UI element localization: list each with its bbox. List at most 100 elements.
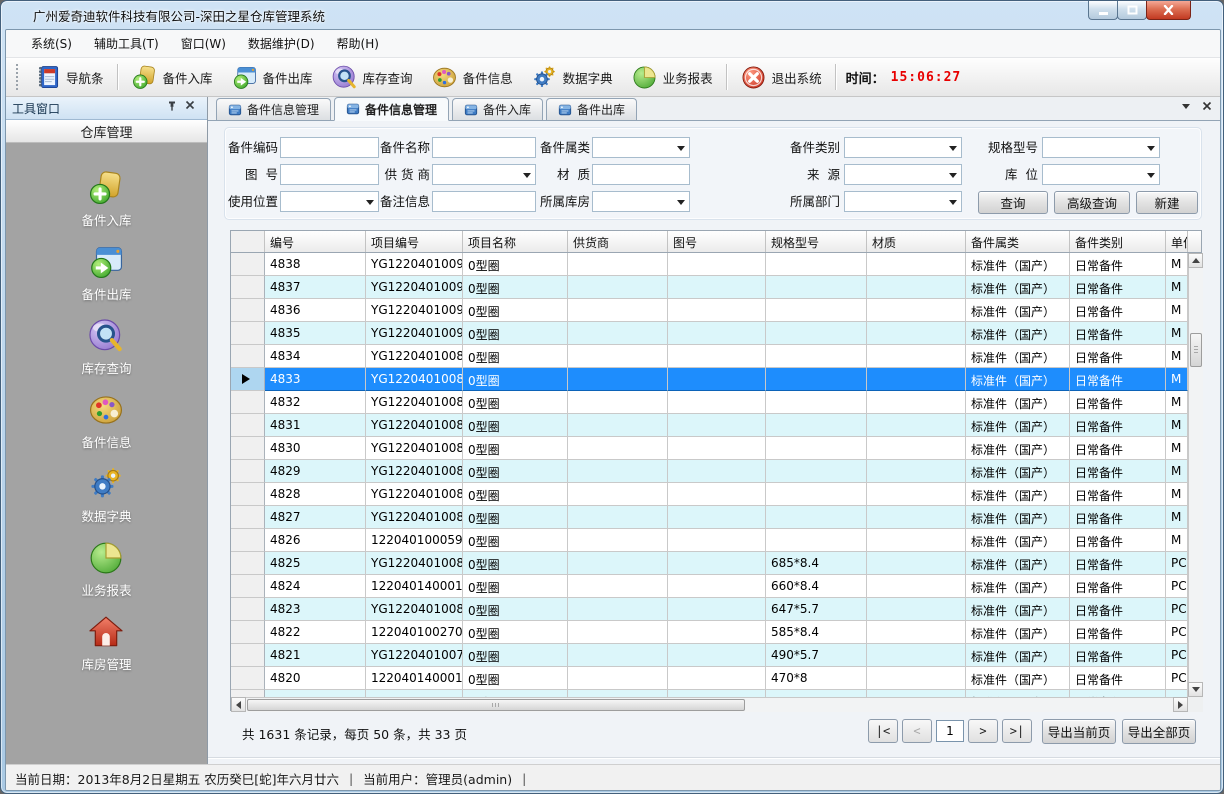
- table-row[interactable]: 482212204010027000型圈585*8.4标准件（国产）日常备件PC: [231, 621, 1188, 644]
- row-header-cell[interactable]: [231, 414, 265, 437]
- column-header-0[interactable]: 编号: [265, 231, 366, 252]
- row-header-cell[interactable]: [231, 575, 265, 598]
- table-row[interactable]: 482012204014000130型圈470*8标准件（国产）日常备件PC: [231, 667, 1188, 690]
- maximize-button[interactable]: [1117, 1, 1147, 20]
- close-button[interactable]: [1146, 1, 1191, 20]
- toolbar-button-parts-out[interactable]: 备件出库: [222, 61, 322, 94]
- row-header-cell[interactable]: [231, 506, 265, 529]
- table-row[interactable]: 482412204014000120型圈660*8.4标准件（国产）日常备件PC: [231, 575, 1188, 598]
- row-header-cell[interactable]: [231, 299, 265, 322]
- row-header-cell[interactable]: [231, 483, 265, 506]
- table-row[interactable]: 4821YG122040100790型圈490*5.7标准件（国产）日常备件PC: [231, 644, 1188, 667]
- table-row[interactable]: 4823YG122040100800型圈647*5.7标准件（国产）日常备件PC: [231, 598, 1188, 621]
- row-header-cell[interactable]: [231, 552, 265, 575]
- column-header-5[interactable]: 规格型号: [766, 231, 867, 252]
- toolbar-button-report[interactable]: 业务报表: [622, 61, 722, 94]
- table-row[interactable]: 0型圈标准件（国产）日常备件: [231, 690, 1188, 697]
- column-header-3[interactable]: 供货商: [568, 231, 668, 252]
- sidebar-item-parts-out[interactable]: 备件出库: [81, 243, 131, 303]
- table-row[interactable]: 4834YG122040100890型圈标准件（国产）日常备件M: [231, 345, 1188, 368]
- field-ly-dropdown[interactable]: [844, 164, 962, 185]
- row-header-cell[interactable]: [231, 460, 265, 483]
- table-row[interactable]: 4832YG122040100870型圈标准件（国产）日常备件M: [231, 391, 1188, 414]
- first-page-button[interactable]: |<: [868, 719, 898, 743]
- horizontal-scroll-thumb[interactable]: [247, 699, 745, 711]
- table-row[interactable]: 4825YG122040100810型圈685*8.4标准件（国产）日常备件PC: [231, 552, 1188, 575]
- field-syywz-dropdown[interactable]: [280, 191, 379, 212]
- toolbar-button-navbar[interactable]: 导航条: [25, 61, 113, 94]
- field-bzxx[interactable]: [432, 191, 536, 212]
- table-row[interactable]: 4827YG122040100820型圈标准件（国产）日常备件M: [231, 506, 1188, 529]
- row-header-cell[interactable]: [231, 276, 265, 299]
- table-row[interactable]: 4836YG122040100910型圈标准件（国产）日常备件M: [231, 299, 1188, 322]
- query-button[interactable]: 查询: [978, 191, 1048, 214]
- sidebar-item-data-dict[interactable]: 数据字典: [81, 465, 131, 525]
- sidebar-item-parts-info[interactable]: 备件信息: [81, 391, 131, 451]
- toolbar-button-exit[interactable]: 退出系统: [731, 61, 831, 94]
- menu-item-0[interactable]: 系统(S): [20, 31, 83, 56]
- column-header-4[interactable]: 图号: [668, 231, 766, 252]
- menu-item-4[interactable]: 帮助(H): [326, 31, 390, 56]
- next-page-button[interactable]: >: [968, 719, 998, 743]
- export-all-pages-button[interactable]: 导出全部页: [1122, 719, 1196, 744]
- menu-item-2[interactable]: 窗口(W): [170, 31, 237, 56]
- tab-close-icon[interactable]: [1202, 101, 1212, 111]
- row-header-cell[interactable]: [231, 644, 265, 667]
- table-row[interactable]: 4833YG122040100880型圈标准件（国产）日常备件M: [231, 368, 1188, 391]
- row-header-cell[interactable]: [231, 368, 265, 391]
- horizontal-scrollbar[interactable]: [231, 697, 1188, 712]
- row-header-cell[interactable]: [231, 391, 265, 414]
- field-ssbm-dropdown[interactable]: [844, 191, 962, 212]
- toolbar-button-parts-info[interactable]: 备件信息: [422, 61, 522, 94]
- field-cz[interactable]: [592, 164, 690, 185]
- sidebar-section-warehouse[interactable]: 仓库管理: [6, 120, 207, 143]
- toolbar-grip[interactable]: [14, 64, 21, 90]
- sidebar-close-icon[interactable]: [185, 100, 201, 116]
- row-header-cell[interactable]: [231, 598, 265, 621]
- table-row[interactable]: 482612204010005990型圈标准件（国产）日常备件M: [231, 529, 1188, 552]
- row-header-cell[interactable]: [231, 529, 265, 552]
- field-bjsl-dropdown[interactable]: [592, 137, 690, 158]
- toolbar-button-data-dict[interactable]: 数据字典: [522, 61, 622, 94]
- table-row[interactable]: 4830YG122040100850型圈标准件（国产）日常备件M: [231, 437, 1188, 460]
- tab-1-active[interactable]: 备件信息管理: [334, 97, 449, 121]
- table-row[interactable]: 4829YG122040100840型圈标准件（国产）日常备件M: [231, 460, 1188, 483]
- scroll-down-button[interactable]: [1188, 682, 1203, 697]
- column-header-7[interactable]: 备件属类: [966, 231, 1070, 252]
- sidebar-item-parts-in[interactable]: 备件入库: [81, 169, 131, 229]
- table-row[interactable]: 4831YG122040100860型圈标准件（国产）日常备件M: [231, 414, 1188, 437]
- column-header-6[interactable]: 材质: [867, 231, 966, 252]
- tab-list-dropdown-icon[interactable]: [1182, 104, 1190, 109]
- adv-query-button[interactable]: 高级查询: [1054, 191, 1130, 214]
- export-current-page-button[interactable]: 导出当前页: [1042, 719, 1116, 744]
- column-header-9[interactable]: 单位: [1166, 231, 1188, 252]
- toolbar-button-parts-in[interactable]: 备件入库: [122, 61, 222, 94]
- last-page-button[interactable]: >|: [1002, 719, 1032, 743]
- table-row[interactable]: 4835YG122040100900型圈标准件（国产）日常备件M: [231, 322, 1188, 345]
- field-ggxh-dropdown[interactable]: [1042, 137, 1160, 158]
- tab-0[interactable]: 备件信息管理: [216, 98, 331, 120]
- row-header-cell[interactable]: [231, 667, 265, 690]
- row-header-cell[interactable]: [231, 690, 265, 697]
- field-bjmc[interactable]: [432, 137, 536, 158]
- field-th[interactable]: [280, 164, 379, 185]
- scroll-left-button[interactable]: [231, 697, 246, 712]
- field-sskf-dropdown[interactable]: [592, 191, 690, 212]
- new-button[interactable]: 新建: [1136, 191, 1198, 214]
- pin-icon[interactable]: [166, 100, 182, 116]
- vertical-scrollbar[interactable]: [1188, 253, 1203, 697]
- row-header-cell[interactable]: [231, 345, 265, 368]
- table-row[interactable]: 4828YG122040100830型圈标准件（国产）日常备件M: [231, 483, 1188, 506]
- toolbar-button-inventory-query[interactable]: 库存查询: [322, 61, 422, 94]
- menu-item-3[interactable]: 数据维护(D): [237, 31, 326, 56]
- page-number-input[interactable]: [936, 720, 964, 742]
- row-header-cell[interactable]: [231, 621, 265, 644]
- sidebar-item-warehouse[interactable]: 库房管理: [81, 613, 131, 673]
- field-bjbm[interactable]: [280, 137, 379, 158]
- field-bjlb-dropdown[interactable]: [844, 137, 962, 158]
- field-ghs-dropdown[interactable]: [432, 164, 536, 185]
- prev-page-button[interactable]: <: [902, 719, 932, 743]
- field-kw-dropdown[interactable]: [1042, 164, 1160, 185]
- scroll-right-button[interactable]: [1173, 697, 1188, 712]
- minimize-button[interactable]: [1088, 1, 1118, 20]
